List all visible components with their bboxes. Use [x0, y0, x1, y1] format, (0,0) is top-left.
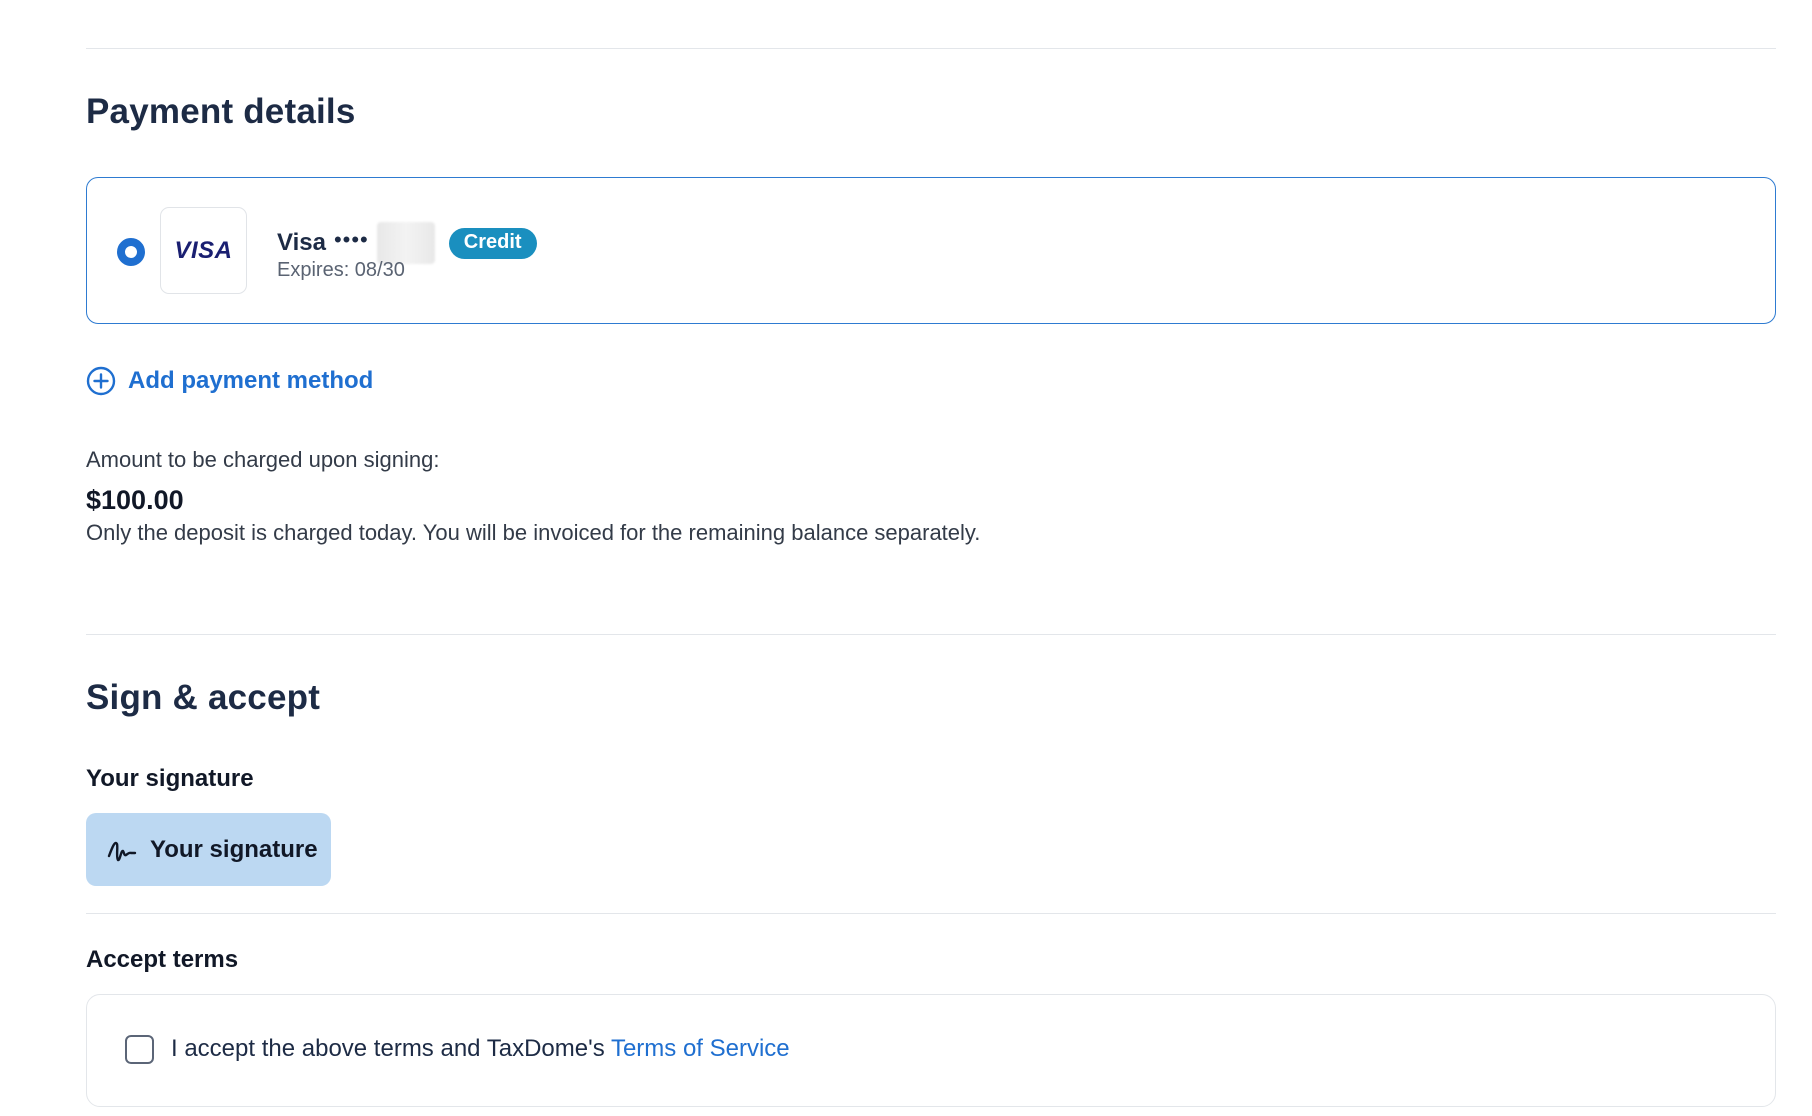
signature-heading: Your signature [86, 765, 254, 792]
charge-label: Amount to be charged upon signing: [86, 447, 440, 472]
your-signature-label: Your signature [150, 835, 318, 863]
credit-badge: Credit [448, 227, 537, 259]
page: Payment details VISA Visa •••• Credit Ex… [0, 0, 1812, 1116]
card-mask-dots: •••• [333, 227, 369, 252]
card-title-row: Visa •••• Credit [277, 222, 537, 264]
card-expiry: Expires: 08/30 [277, 259, 405, 281]
add-payment-method-button[interactable]: Add payment method [86, 366, 373, 396]
payment-method-card[interactable]: VISA Visa •••• Credit Expires: 08/30 [86, 177, 1776, 324]
terms-of-service-link[interactable]: Terms of Service [611, 1035, 790, 1062]
add-payment-method-label: Add payment method [128, 367, 374, 394]
plus-circle-icon [86, 366, 116, 396]
visa-logo-text: VISA [174, 236, 233, 264]
charge-amount: $100.00 [86, 485, 184, 515]
accept-terms-label: I accept the above terms and TaxDome's T… [171, 1035, 790, 1063]
masked-card-digits [376, 222, 435, 264]
accept-terms-heading: Accept terms [86, 946, 239, 973]
signature-divider [86, 913, 1776, 914]
your-signature-button[interactable]: Your signature [86, 813, 331, 886]
payment-details-title: Payment details [86, 92, 356, 131]
visa-logo: VISA [160, 207, 247, 294]
sign-accept-title: Sign & accept [86, 678, 321, 717]
accept-terms-text: I accept the above terms and TaxDome's [171, 1035, 611, 1062]
accept-terms-checkbox[interactable] [125, 1035, 154, 1064]
accept-terms-box: I accept the above terms and TaxDome's T… [86, 994, 1776, 1107]
section-divider [86, 634, 1776, 635]
payment-method-radio[interactable] [117, 238, 145, 266]
top-divider [86, 48, 1776, 49]
card-brand: Visa [277, 229, 326, 256]
charge-note: Only the deposit is charged today. You w… [86, 520, 981, 545]
signature-icon [107, 841, 137, 861]
